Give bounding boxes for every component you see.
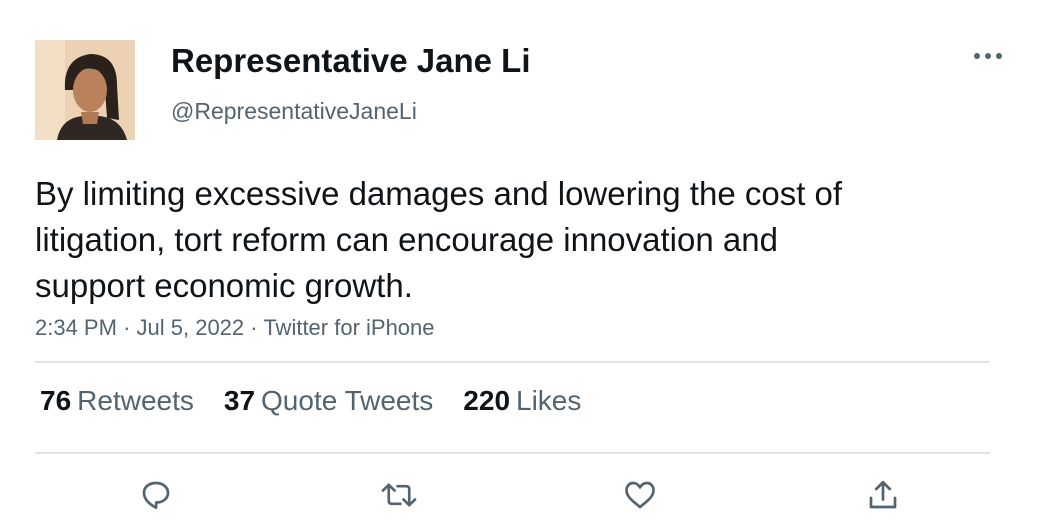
divider <box>35 361 990 363</box>
tweet-text-line: support economic growth. <box>35 267 413 304</box>
user-handle[interactable]: @RepresentativeJaneLi <box>171 98 417 125</box>
share-icon <box>869 480 897 509</box>
tweet-date[interactable]: Jul 5, 2022 <box>137 315 245 340</box>
more-options-button[interactable] <box>968 42 1008 70</box>
engagement-stats: 76 Retweets 37 Quote Tweets 220 Likes <box>40 385 611 417</box>
separator-dot: · <box>250 315 264 340</box>
tweet-text-line: litigation, tort reform can encourage in… <box>35 221 778 258</box>
retweet-icon <box>381 483 417 507</box>
more-options-icon <box>974 53 1002 59</box>
tweet-source[interactable]: Twitter for iPhone <box>263 315 434 340</box>
likes-label: Likes <box>516 385 582 416</box>
retweets-label: Retweets <box>77 385 194 416</box>
like-icon <box>625 481 655 509</box>
tweet-metadata: 2:34 PM · Jul 5, 2022 · Twitter for iPho… <box>35 315 435 341</box>
reply-button[interactable] <box>136 475 176 515</box>
tweet-text: By limiting excessive damages and loweri… <box>35 171 995 309</box>
separator-dot: · <box>123 315 137 340</box>
like-button[interactable] <box>620 475 660 515</box>
quote-tweets-stat[interactable]: 37 Quote Tweets <box>224 385 433 417</box>
tweet-detail: Representative Jane Li @RepresentativeJa… <box>0 0 1050 525</box>
tweet-text-line: By limiting excessive damages and loweri… <box>35 175 843 212</box>
reply-icon <box>142 481 170 510</box>
tweet-time[interactable]: 2:34 PM <box>35 315 117 340</box>
share-button[interactable] <box>863 475 903 515</box>
display-name[interactable]: Representative Jane Li <box>171 42 531 80</box>
retweet-button[interactable] <box>379 475 419 515</box>
likes-count: 220 <box>463 385 511 416</box>
likes-stat[interactable]: 220 Likes <box>463 385 581 417</box>
divider <box>35 452 990 454</box>
avatar[interactable] <box>35 40 135 140</box>
quote-tweets-count: 37 <box>223 385 256 416</box>
retweets-stat[interactable]: 76 Retweets <box>40 385 194 417</box>
profile-photo-icon <box>35 40 135 140</box>
quote-tweets-label: Quote Tweets <box>261 385 434 416</box>
retweets-count: 76 <box>40 385 72 416</box>
